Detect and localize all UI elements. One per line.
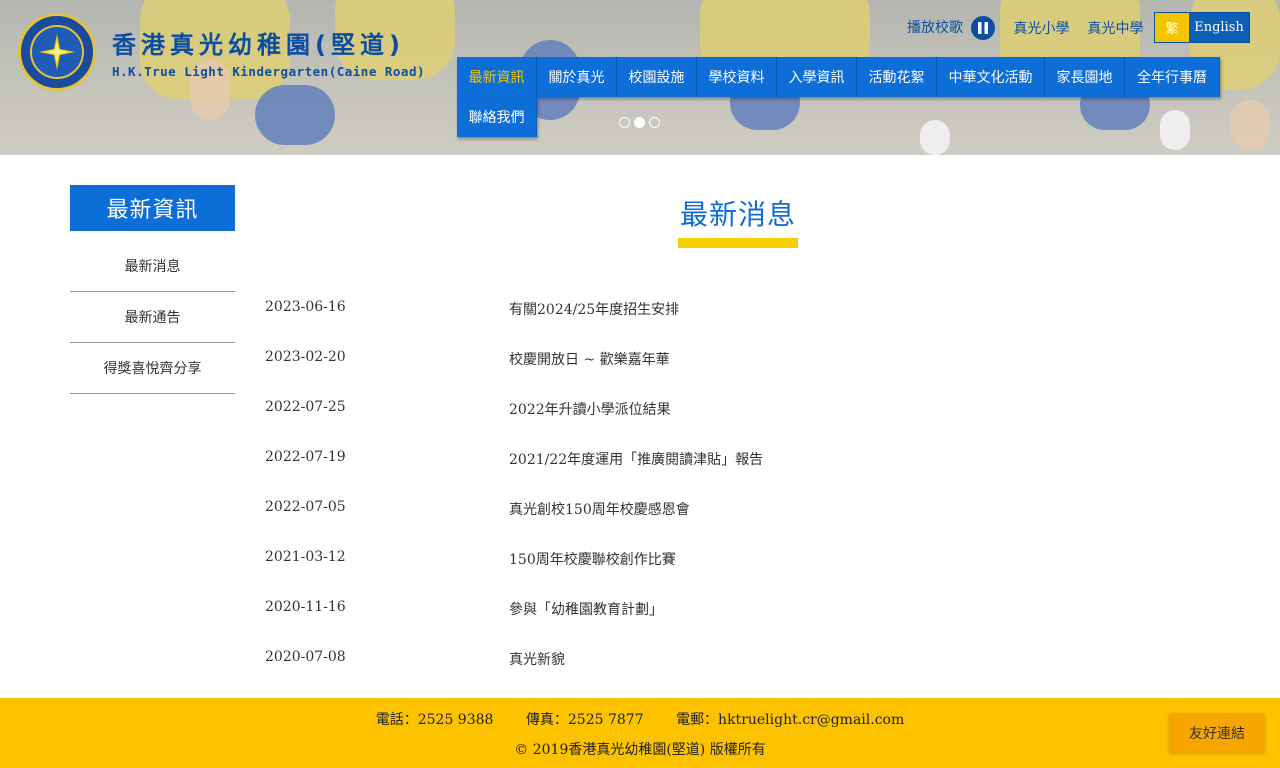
news-row[interactable]: 2021-03-12 150周年校慶聯校創作比賽 — [265, 549, 1025, 579]
footer-email[interactable]: 電郵：hktruelight.cr@gmail.com — [676, 712, 904, 728]
primary-school-link[interactable]: 真光小學 — [1013, 18, 1069, 38]
news-row[interactable]: 2022-07-25 2022年升讀小學派位結果 — [265, 399, 1025, 429]
nav-item-facilities[interactable]: 校園設施 — [617, 57, 697, 97]
news-title[interactable]: 2021/22年度運用「推廣閱讀津貼」報告 — [509, 449, 763, 469]
play-school-song-link[interactable]: 播放校歌 — [907, 16, 996, 40]
news-title[interactable]: 參與「幼稚園教育計劃」 — [509, 599, 663, 619]
star-compass-icon — [39, 34, 75, 70]
news-title[interactable]: 真光新貌 — [509, 649, 565, 669]
footer-fax: 傳真：2525 7877 — [525, 712, 644, 728]
sidebar-title: 最新資訊 — [70, 185, 235, 231]
news-row[interactable]: 2022-07-05 真光創校150周年校慶感恩會 — [265, 499, 1025, 529]
news-title[interactable]: 有關2024/25年度招生安排 — [509, 299, 679, 319]
nav-item-parents[interactable]: 家長園地 — [1045, 57, 1125, 97]
school-logo-block[interactable]: 香港真光幼稚園(堅道) H.K.True Light Kindergarten(… — [18, 13, 425, 91]
nav-item-about[interactable]: 關於真光 — [537, 57, 617, 97]
lang-english-button[interactable]: English — [1189, 13, 1249, 42]
page-title: 最新消息 — [679, 198, 796, 231]
news-date: 2023-06-16 — [265, 299, 346, 315]
title-underline — [678, 238, 798, 248]
news-date: 2022-07-25 — [265, 399, 346, 415]
sidebar-item-news[interactable]: 最新消息 — [70, 241, 235, 292]
play-school-song-label: 播放校歌 — [907, 20, 963, 36]
friend-links-button[interactable]: 友好連結 — [1169, 713, 1265, 753]
slide-dot[interactable] — [619, 117, 630, 128]
news-row[interactable]: 2020-11-16 參與「幼稚園教育計劃」 — [265, 599, 1025, 629]
nav-item-contact[interactable]: 聯絡我們 — [457, 97, 537, 137]
footer-contact: 電話：2525 9388 傳真：2525 7877 電郵：hktruelight… — [0, 709, 1280, 729]
nav-item-latest-news[interactable]: 最新資訊 — [457, 57, 537, 97]
news-row[interactable]: 2022-07-19 2021/22年度運用「推廣閱讀津貼」報告 — [265, 449, 1025, 479]
footer-copyright: © 2019香港真光幼稚園(堅道) 版權所有 — [514, 742, 766, 758]
footer: 電話：2525 9388 傳真：2525 7877 電郵：hktruelight… — [0, 698, 1280, 768]
nav-item-chinese-culture[interactable]: 中華文化活動 — [937, 57, 1045, 97]
slider-dots — [619, 117, 664, 128]
school-logo — [18, 13, 96, 91]
news-title[interactable]: 2022年升讀小學派位結果 — [509, 399, 671, 419]
news-date: 2020-07-08 — [265, 649, 346, 665]
sidebar-item-awards[interactable]: 得獎喜悅齊分享 — [70, 343, 235, 394]
news-date: 2023-02-20 — [265, 349, 346, 365]
school-name-en: H.K.True Light Kindergarten(Caine Road) — [112, 64, 425, 79]
news-date: 2020-11-16 — [265, 599, 346, 615]
news-date: 2022-07-05 — [265, 499, 346, 515]
news-row[interactable]: 2023-06-16 有關2024/25年度招生安排 — [265, 299, 1025, 329]
language-switcher: 繁 English — [1154, 12, 1250, 43]
slide-dot[interactable] — [649, 117, 660, 128]
slide-dot-active[interactable] — [634, 117, 645, 128]
news-date: 2022-07-19 — [265, 449, 346, 465]
nav-item-school-info[interactable]: 學校資料 — [697, 57, 777, 97]
nav-item-activities[interactable]: 活動花絮 — [857, 57, 937, 97]
nav-item-calendar[interactable]: 全年行事曆 — [1125, 57, 1220, 97]
footer-phone: 電話：2525 9388 — [375, 712, 494, 728]
sidebar-item-notices[interactable]: 最新通告 — [70, 292, 235, 343]
lang-traditional-button[interactable]: 繁 — [1155, 13, 1189, 42]
secondary-school-link[interactable]: 真光中學 — [1087, 18, 1143, 38]
news-title[interactable]: 150周年校慶聯校創作比賽 — [509, 549, 676, 569]
news-row[interactable]: 2023-02-20 校慶開放日 ~ 歡樂嘉年華 — [265, 349, 1025, 379]
news-title[interactable]: 真光創校150周年校慶感恩會 — [509, 499, 690, 519]
nav-item-admission[interactable]: 入學資訊 — [777, 57, 857, 97]
pause-icon[interactable] — [971, 16, 996, 40]
news-row[interactable]: 2020-07-08 真光新貌 — [265, 649, 1025, 679]
news-date: 2021-03-12 — [265, 549, 346, 565]
news-title[interactable]: 校慶開放日 ~ 歡樂嘉年華 — [509, 349, 670, 369]
school-name-cn: 香港真光幼稚園(堅道) — [112, 31, 405, 59]
top-links: 播放校歌 真光小學 真光中學 — [907, 16, 1161, 40]
